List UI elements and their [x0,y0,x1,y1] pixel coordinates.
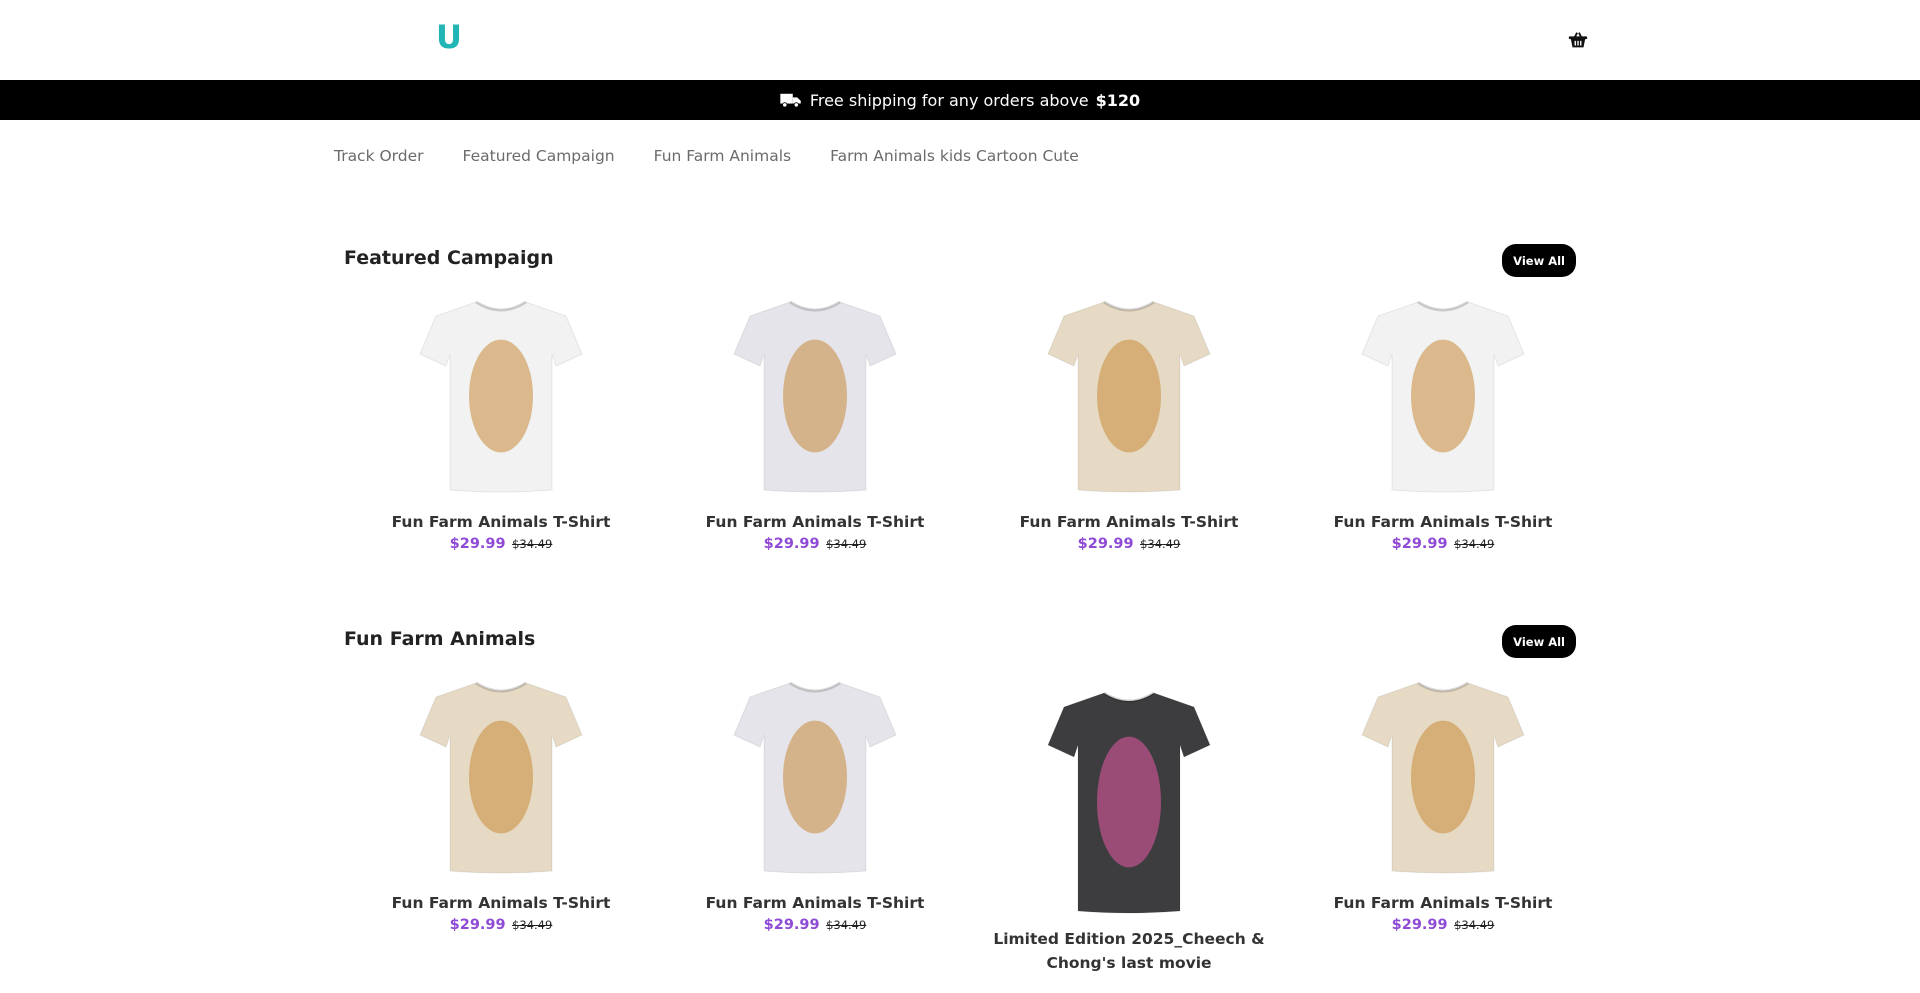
original-price: $34.49 [512,918,553,932]
sale-price: $29.99 [1077,536,1134,552]
product-card[interactable]: Fun Farm Animals T-Shirt $29.99 $34.49 [658,296,972,552]
nav-item-farm-animals-kids[interactable]: Farm Animals kids Cartoon Cute [830,147,1079,165]
product-price: $29.99 $34.49 [1286,917,1600,933]
shirt-print-graphic [783,339,847,453]
product-price: $29.99 $34.49 [344,536,658,552]
product-name[interactable]: Fun Farm Animals T-Shirt [1286,510,1600,534]
sale-price: $29.99 [1391,536,1448,552]
product-image[interactable] [1358,296,1528,496]
product-price: $29.99 $34.49 [658,536,972,552]
sale-price: $29.99 [449,536,506,552]
truck-icon [780,93,801,108]
product-image[interactable] [416,296,586,496]
product-price: $29.99 $34.49 [972,536,1286,552]
basket-icon[interactable] [1567,29,1589,51]
section-title: Fun Farm Animals [344,628,536,650]
shirt-print-graphic [1097,339,1161,453]
product-name[interactable]: Fun Farm Animals T-Shirt [658,891,972,915]
section-featured-campaign: Featured Campaign View All Fun Farm Anim… [344,240,1576,552]
section-header: Fun Farm Animals View All [344,621,1576,661]
banner-text: Free shipping for any orders above [809,90,1089,110]
sale-price: $29.99 [449,917,506,933]
product-card[interactable]: Fun Farm Animals T-Shirt $29.99 $34.49 [1286,677,1600,933]
section-header: Featured Campaign View All [344,240,1576,280]
product-name[interactable]: Fun Farm Animals T-Shirt [344,510,658,534]
product-card[interactable]: Fun Farm Animals T-Shirt $29.99 $34.49 [344,296,658,552]
product-name[interactable]: Fun Farm Animals T-Shirt [972,510,1286,534]
sale-price: $29.99 [763,917,820,933]
product-name[interactable]: Fun Farm Animals T-Shirt [658,510,972,534]
product-price: $29.99 $34.49 [658,917,972,933]
product-card[interactable]: Fun Farm Animals T-Shirt $29.99 $34.49 [658,677,972,933]
shirt-print-graphic [1411,720,1475,834]
product-image[interactable] [1044,677,1214,917]
banner-amount: $120 [1095,90,1141,110]
original-price: $34.49 [512,537,553,551]
original-price: $34.49 [1454,537,1495,551]
product-card[interactable]: Limited Edition 2025_Cheech & Chong's la… [972,677,1286,975]
product-price: $29.99 $34.49 [1286,536,1600,552]
shirt-print-graphic [1097,736,1161,868]
shirt-print-graphic [783,720,847,834]
product-image[interactable] [416,677,586,877]
original-price: $34.49 [826,918,867,932]
product-name[interactable]: Fun Farm Animals T-Shirt [1286,891,1600,915]
sale-price: $29.99 [763,536,820,552]
nav-item-featured-campaign[interactable]: Featured Campaign [463,147,615,165]
product-image[interactable] [1044,296,1214,496]
view-all-button[interactable]: View All [1502,244,1576,277]
shirt-print-graphic [469,720,533,834]
view-all-button[interactable]: View All [1502,625,1576,658]
shirt-print-graphic [469,339,533,453]
free-shipping-banner: Free shipping for any orders above $120 [0,80,1920,120]
product-name[interactable]: Limited Edition 2025_Cheech & Chong's la… [989,927,1269,975]
nav-item-track-order[interactable]: Track Order [334,147,424,165]
site-logo[interactable]: U [436,18,462,56]
product-card[interactable]: Fun Farm Animals T-Shirt $29.99 $34.49 [972,296,1286,552]
site-header: U [0,0,1920,80]
original-price: $34.49 [1454,918,1495,932]
product-name[interactable]: Fun Farm Animals T-Shirt [344,891,658,915]
product-image[interactable] [730,677,900,877]
product-price: $29.99 $34.49 [344,917,658,933]
product-card[interactable]: Fun Farm Animals T-Shirt $29.99 $34.49 [344,677,658,933]
sale-price: $29.99 [1391,917,1448,933]
nav-item-fun-farm-animals[interactable]: Fun Farm Animals [654,147,791,165]
main-nav: Track Order Featured Campaign Fun Farm A… [334,120,1118,192]
product-image[interactable] [730,296,900,496]
product-image[interactable] [1358,677,1528,877]
section-fun-farm-animals: Fun Farm Animals View All Fun Farm Anima… [344,621,1576,972]
section-title: Featured Campaign [344,247,554,269]
product-card[interactable]: Fun Farm Animals T-Shirt $29.99 $34.49 [1286,296,1600,552]
shirt-print-graphic [1411,339,1475,453]
original-price: $34.49 [1140,537,1181,551]
original-price: $34.49 [826,537,867,551]
